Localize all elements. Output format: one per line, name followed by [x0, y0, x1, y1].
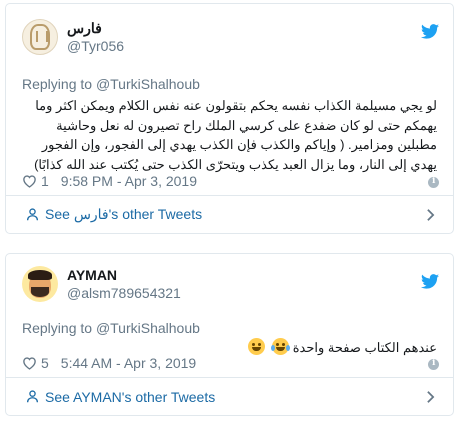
- info-icon[interactable]: [428, 358, 439, 370]
- tweet-header[interactable]: فارس @Tyr056: [22, 19, 124, 59]
- twitter-bird-icon[interactable]: [421, 274, 439, 289]
- user-icon: [26, 390, 39, 403]
- tweet-card-2[interactable]: AYMAN @alsm789654321 Replying to @TurkiS…: [5, 253, 454, 416]
- info-icon[interactable]: [428, 176, 439, 188]
- replying-to: Replying to @TurkiShalhoub: [22, 320, 200, 336]
- replying-to: Replying to @TurkiShalhoub: [22, 76, 200, 92]
- heart-icon[interactable]: [22, 356, 37, 370]
- user-icon: [26, 208, 39, 221]
- tweet-text: لو يجي مسيلمة الكذاب نفسه يحكم بتقولون ع…: [34, 98, 437, 172]
- tweet-timestamp[interactable]: 5:44 AM - Apr 3, 2019: [61, 355, 196, 371]
- chevron-right-icon[interactable]: [426, 390, 435, 404]
- other-tweets-footer[interactable]: See AYMAN's other Tweets: [6, 377, 453, 415]
- avatar[interactable]: [22, 19, 58, 55]
- user-handle[interactable]: @alsm789654321: [67, 284, 181, 302]
- avatar[interactable]: [22, 266, 58, 302]
- tweet-header[interactable]: AYMAN @alsm789654321: [22, 266, 181, 306]
- tweet-timestamp[interactable]: 9:58 PM - Apr 3, 2019: [61, 173, 197, 189]
- see-other-tweets-link[interactable]: See فارس's other Tweets: [45, 206, 202, 223]
- mention-link[interactable]: @TurkiShalhoub: [96, 320, 200, 336]
- replying-label: Replying to: [22, 76, 96, 92]
- twitter-bird-icon[interactable]: [421, 24, 439, 39]
- tweet-meta: 5 5:44 AM - Apr 3, 2019: [22, 355, 196, 371]
- tears-of-joy-emoji-icon: [271, 338, 291, 355]
- grinning-emoji-icon: [248, 338, 266, 355]
- chevron-right-icon[interactable]: [426, 208, 435, 222]
- like-count: 1: [41, 173, 49, 189]
- replying-label: Replying to: [22, 320, 96, 336]
- see-other-tweets-link[interactable]: See AYMAN's other Tweets: [45, 389, 215, 405]
- mention-link[interactable]: @TurkiShalhoub: [96, 76, 200, 92]
- tweet-card-1[interactable]: فارس @Tyr056 Replying to @TurkiShalhoub …: [5, 3, 454, 234]
- user-handle[interactable]: @Tyr056: [67, 37, 124, 55]
- heart-icon[interactable]: [22, 174, 37, 188]
- tweet-text: عندهم الكتاب صفحة واحدة: [292, 340, 437, 355]
- display-name[interactable]: AYMAN: [67, 266, 181, 284]
- like-count: 5: [41, 355, 49, 371]
- other-tweets-footer[interactable]: See فارس's other Tweets: [6, 195, 453, 233]
- display-name[interactable]: فارس: [67, 19, 124, 37]
- tweet-meta: 1 9:58 PM - Apr 3, 2019: [22, 173, 197, 189]
